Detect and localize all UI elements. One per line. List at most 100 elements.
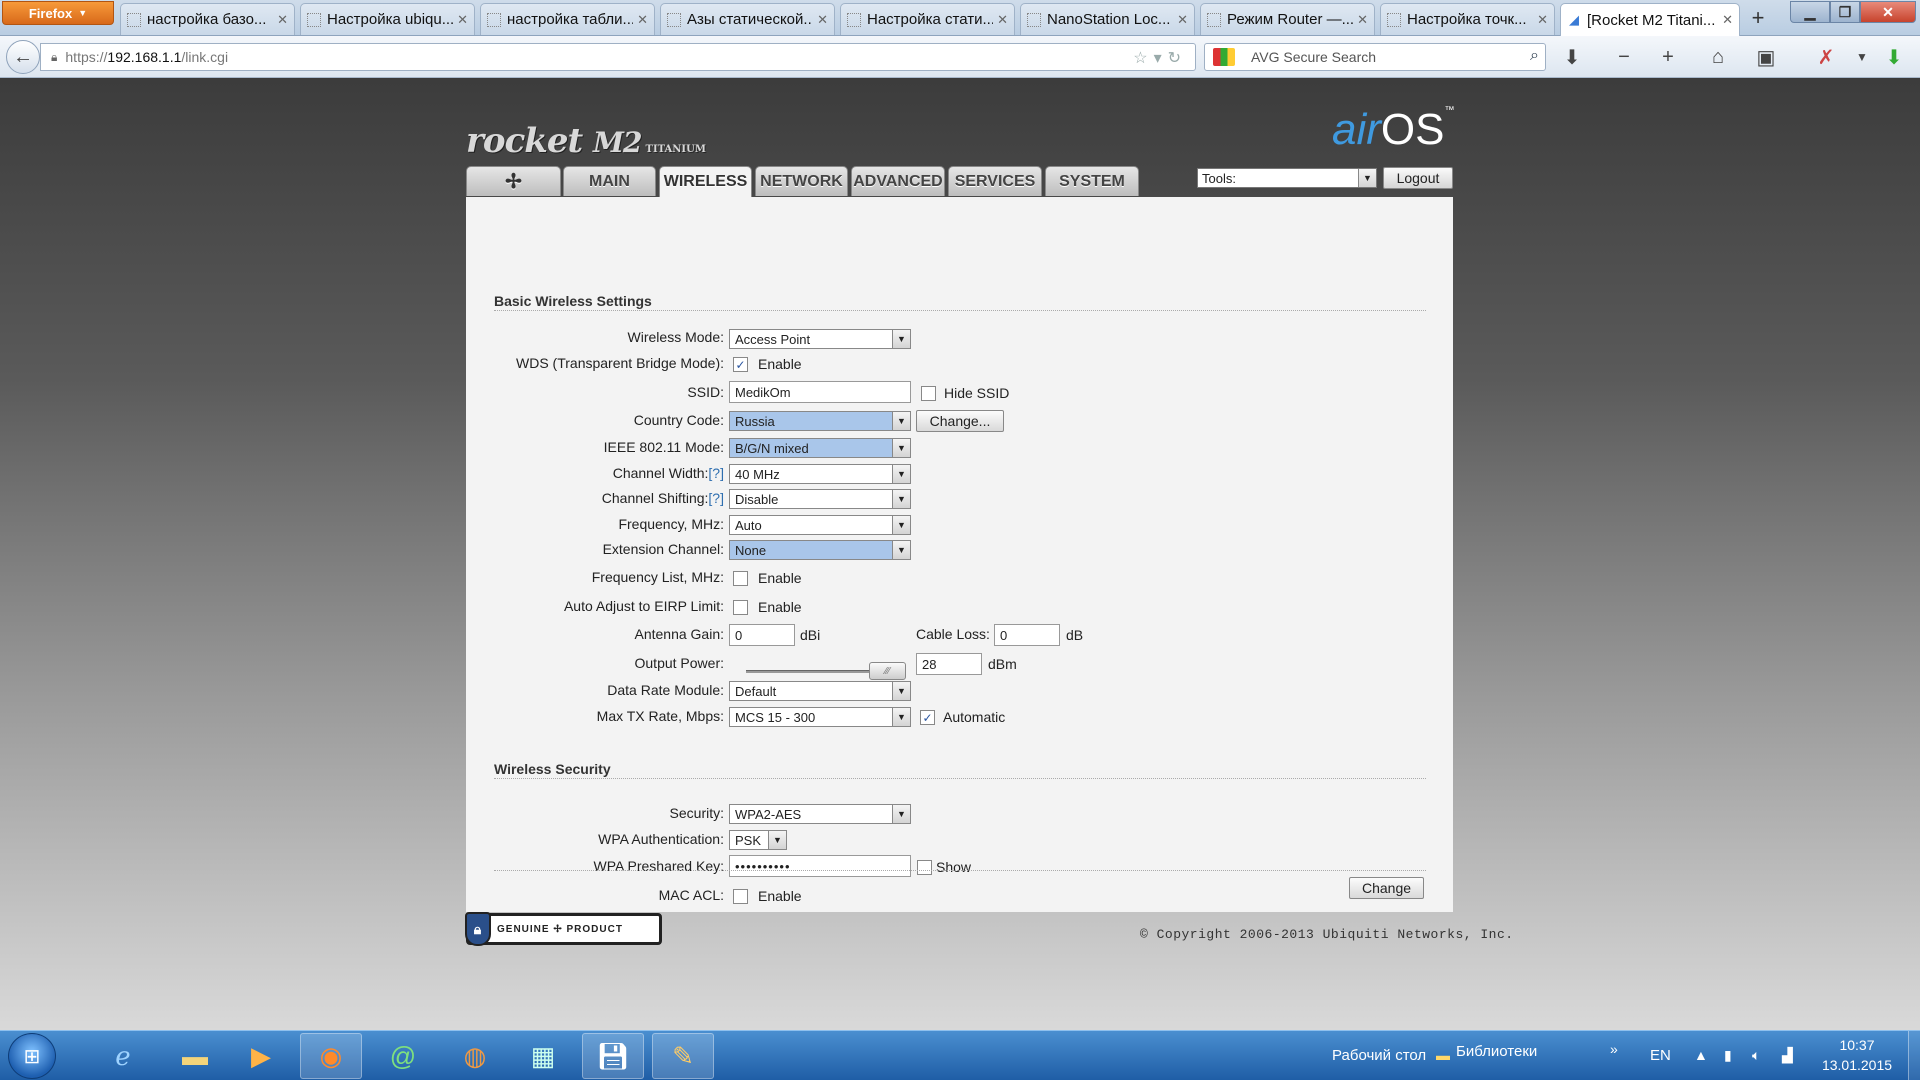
cable-loss-input[interactable]: 0 bbox=[994, 624, 1060, 646]
download-arrow-icon[interactable]: ⬇ bbox=[1880, 44, 1908, 70]
show-key-checkbox[interactable] bbox=[917, 860, 932, 875]
network-signal-icon[interactable]: ▟ bbox=[1782, 1047, 1793, 1064]
reload-icon[interactable]: ↻ bbox=[1168, 50, 1187, 67]
browser-tab[interactable]: Настройка стати... ✕ bbox=[840, 3, 1015, 35]
frequency-select[interactable]: Auto ▼ bbox=[729, 515, 911, 535]
data-rate-module-select[interactable]: Default ▼ bbox=[729, 681, 911, 701]
auto-eirp-checkbox[interactable] bbox=[733, 600, 748, 615]
wpa-key-input[interactable]: •••••••••• bbox=[729, 855, 911, 877]
wds-checkbox[interactable]: ✓ bbox=[733, 357, 748, 372]
desktop-toolbar-label[interactable]: Рабочий стол bbox=[1332, 1047, 1426, 1064]
url-bar[interactable]: 🔒︎ https://192.168.1.1/link.cgi ☆▾↻ bbox=[40, 43, 1196, 71]
max-tx-rate-select[interactable]: MCS 15 - 300 ▼ bbox=[729, 707, 911, 727]
download-icon[interactable]: ⬇ bbox=[1558, 44, 1586, 70]
home-icon[interactable]: ⌂ bbox=[1704, 44, 1732, 70]
avg-engine-icon[interactable] bbox=[1213, 48, 1235, 66]
browser-tab[interactable]: Режим Router —... ✕ bbox=[1200, 3, 1375, 35]
nav-tab-network[interactable]: NETWORK bbox=[755, 166, 848, 196]
tray-expand-icon[interactable]: ▲ bbox=[1694, 1047, 1708, 1063]
back-button[interactable]: ← bbox=[6, 40, 40, 74]
antenna-gain-input[interactable]: 0 bbox=[729, 624, 795, 646]
chrome-icon[interactable]: ◍ bbox=[444, 1033, 506, 1079]
nav-tab-advanced[interactable]: ADVANCED bbox=[851, 166, 945, 196]
channel-width-help-link[interactable]: [?] bbox=[708, 465, 724, 481]
output-power-input[interactable]: 28 bbox=[916, 653, 982, 675]
wireless-mode-select[interactable]: Access Point ▼ bbox=[729, 329, 911, 349]
close-icon[interactable]: ✕ bbox=[817, 12, 828, 28]
close-window-button[interactable]: ✕ bbox=[1860, 1, 1916, 23]
wpa-auth-select[interactable]: PSK ▼ bbox=[729, 830, 787, 850]
internet-explorer-icon[interactable]: ℯ bbox=[92, 1033, 154, 1079]
start-button[interactable]: ⊞ bbox=[8, 1033, 56, 1079]
new-tab-button[interactable]: + bbox=[1745, 3, 1771, 33]
output-power-slider-handle[interactable]: ⁄⁄⁄ bbox=[869, 662, 906, 680]
close-icon[interactable]: ✕ bbox=[457, 12, 468, 28]
browser-tab[interactable]: NanoStation Loc... ✕ bbox=[1020, 3, 1195, 35]
search-icon[interactable]: ⌕ bbox=[1530, 47, 1539, 65]
bookmark-star-icon[interactable]: ☆ bbox=[1133, 50, 1153, 67]
clock[interactable]: 10:37 13.01.2015 bbox=[1812, 1035, 1902, 1075]
country-code-select[interactable]: Russia ▼ bbox=[729, 411, 911, 431]
show-desktop-button[interactable] bbox=[1908, 1031, 1920, 1080]
minimize-window-button[interactable]: ▁ bbox=[1790, 1, 1830, 23]
security-select[interactable]: WPA2-AES ▼ bbox=[729, 804, 911, 824]
paint-icon[interactable]: ✎ bbox=[652, 1033, 714, 1079]
tools-select[interactable]: Tools: ▼ bbox=[1197, 168, 1377, 188]
close-icon[interactable]: ✕ bbox=[1722, 12, 1733, 28]
logout-button[interactable]: Logout bbox=[1383, 167, 1453, 189]
close-icon[interactable]: ✕ bbox=[997, 12, 1008, 28]
close-icon[interactable]: ✕ bbox=[1357, 12, 1368, 28]
change-country-button[interactable]: Change... bbox=[916, 410, 1004, 432]
addon-icon[interactable]: ✗ bbox=[1812, 44, 1840, 70]
libraries-toolbar-label[interactable]: Библиотеки bbox=[1456, 1043, 1537, 1060]
frequency-list-checkbox[interactable] bbox=[733, 571, 748, 586]
close-icon[interactable]: ✕ bbox=[637, 12, 648, 28]
restore-icon: ❐ bbox=[1838, 3, 1852, 20]
nav-tab-main[interactable]: MAIN bbox=[563, 166, 656, 196]
nav-tab-wireless[interactable]: WIRELESS bbox=[659, 166, 752, 197]
channel-shifting-select[interactable]: Disable ▼ bbox=[729, 489, 911, 509]
search-bar[interactable]: AVG Secure Search ⌕ bbox=[1204, 43, 1546, 71]
zoom-in-icon[interactable]: + bbox=[1654, 44, 1682, 70]
ssid-input[interactable]: MedikOm bbox=[729, 381, 911, 403]
screenshot-icon[interactable]: ▣ bbox=[1752, 44, 1780, 70]
browser-tab[interactable]: настройка базо... ✕ bbox=[120, 3, 295, 35]
history-dropdown-icon[interactable]: ▾ bbox=[1154, 50, 1168, 67]
restore-window-button[interactable]: ❐ bbox=[1830, 1, 1860, 23]
ieee-mode-select[interactable]: B/G/N mixed ▼ bbox=[729, 438, 911, 458]
nav-tab-ubiquiti[interactable]: ✢ bbox=[466, 166, 561, 196]
firefox-taskbar-icon[interactable]: ◉ bbox=[300, 1033, 362, 1079]
zoom-out-icon[interactable]: − bbox=[1610, 44, 1638, 70]
channel-width-select[interactable]: 40 MHz ▼ bbox=[729, 464, 911, 484]
mail-agent-icon[interactable]: @ bbox=[372, 1033, 434, 1079]
double-chevron-icon[interactable]: » bbox=[1610, 1041, 1618, 1057]
close-icon[interactable]: ✕ bbox=[1177, 12, 1188, 28]
control-panel-icon[interactable]: ▦ bbox=[512, 1033, 574, 1079]
explorer-folder-icon[interactable]: ▬ bbox=[164, 1033, 226, 1079]
output-power-slider-track[interactable] bbox=[746, 670, 876, 673]
cable-loss-label: Cable Loss: bbox=[916, 626, 990, 642]
browser-tab[interactable]: настройка табли... ✕ bbox=[480, 3, 655, 35]
language-indicator[interactable]: EN bbox=[1650, 1047, 1671, 1064]
media-player-icon[interactable]: ▶ bbox=[230, 1033, 292, 1079]
nav-tab-services[interactable]: SERVICES bbox=[948, 166, 1042, 196]
extension-channel-select[interactable]: None ▼ bbox=[729, 540, 911, 560]
change-button[interactable]: Change bbox=[1349, 877, 1424, 899]
save-disk-icon[interactable]: 💾︎ bbox=[582, 1033, 644, 1079]
browser-tab[interactable]: Настройка точк... ✕ bbox=[1380, 3, 1555, 35]
browser-tab[interactable]: Азы статической... ✕ bbox=[660, 3, 835, 35]
browser-tab[interactable]: Настройка ubiqu... ✕ bbox=[300, 3, 475, 35]
max-tx-rate-automatic-checkbox[interactable]: ✓ bbox=[920, 710, 935, 725]
chevron-down-icon[interactable]: ▼ bbox=[1848, 44, 1876, 70]
wpa-auth-label: WPA Authentication: bbox=[598, 831, 724, 847]
hide-ssid-checkbox[interactable] bbox=[921, 386, 936, 401]
nav-tab-system[interactable]: SYSTEM bbox=[1045, 166, 1139, 196]
volume-muted-icon[interactable]: 🔈︎ bbox=[1752, 1047, 1760, 1064]
close-icon[interactable]: ✕ bbox=[1537, 12, 1548, 28]
browser-tab-active[interactable]: ◢ [Rocket M2 Titani... ✕ bbox=[1560, 3, 1740, 36]
channel-shifting-help-link[interactable]: [?] bbox=[708, 490, 724, 506]
close-icon[interactable]: ✕ bbox=[277, 12, 288, 28]
mac-acl-checkbox[interactable] bbox=[733, 889, 748, 904]
firefox-menu-button[interactable]: Firefox ▼ bbox=[2, 1, 114, 25]
battery-icon[interactable]: ▮ bbox=[1724, 1047, 1732, 1064]
